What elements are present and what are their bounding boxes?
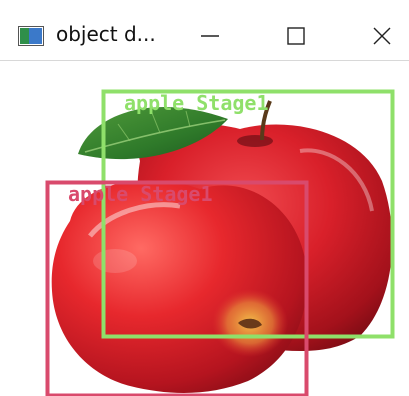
image-view: apple Stage1 apple Stage1 [0, 61, 409, 396]
close-button[interactable] [362, 20, 402, 52]
front-apple [51, 180, 307, 393]
minimize-button[interactable] [190, 20, 230, 52]
maximize-icon [287, 27, 305, 45]
detection-label-red: apple Stage1 [68, 182, 213, 206]
window-title: object d... [56, 22, 156, 46]
minimize-icon [201, 35, 219, 37]
maximize-button[interactable] [276, 20, 316, 52]
detection-label-green: apple Stage1 [124, 91, 269, 115]
title-bar[interactable]: object d... [0, 0, 409, 61]
detection-image: apple Stage1 apple Stage1 [45, 89, 395, 396]
app-icon [18, 26, 44, 46]
close-icon [373, 27, 391, 45]
app-window: object d... apple Stage1 apple Stage1 [0, 0, 409, 396]
